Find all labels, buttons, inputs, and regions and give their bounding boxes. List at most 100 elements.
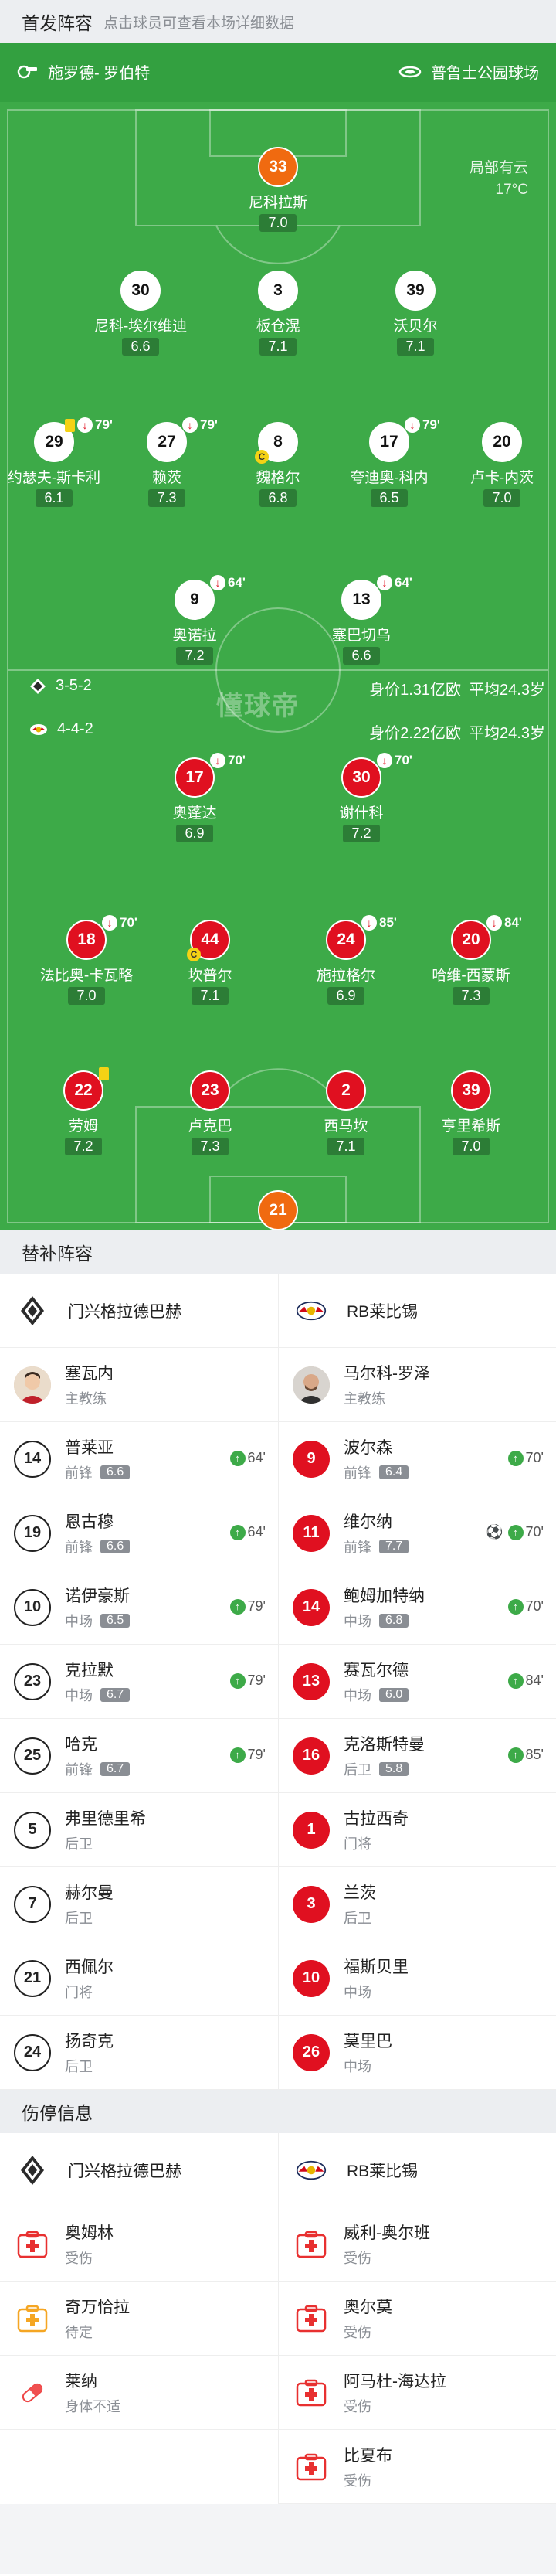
away-player[interactable]: 39 亨里希斯 7.0: [417, 1070, 525, 1155]
away-player[interactable]: 23 卢克巴 7.3: [156, 1070, 264, 1155]
sub-row[interactable]: 10 福斯贝里 中场: [279, 1941, 556, 2016]
home-player[interactable]: 8 C 魏格尔 6.8: [224, 422, 332, 507]
injury-list: 奥姆林 受伤 奇万恰拉 待定 莱纳 身体不适 威利-奥尔班 受伤奥尔莫 受伤 阿马杜-海达拉 受伤…: [0, 2207, 556, 2504]
injury-row[interactable]: 莱纳 身体不适: [0, 2356, 278, 2430]
injury-header: 伤停信息: [0, 2090, 556, 2133]
player-rating: 7.1: [327, 1138, 364, 1155]
sub-row[interactable]: 19 恩古穆 前锋 6.6 ↑ 64': [0, 1496, 278, 1570]
away-coach-row[interactable]: 马尔科-罗泽 主教练: [279, 1348, 556, 1422]
sub-row[interactable]: 5 弗里德里希 后卫: [0, 1793, 278, 1867]
injury-away-team[interactable]: RB莱比锡: [278, 2133, 556, 2207]
sub-in-icon: ↑: [229, 1598, 246, 1615]
sub-info: 波尔森 前锋 6.4: [344, 1435, 409, 1482]
sub-rating: 6.7: [100, 1688, 131, 1702]
away-player[interactable]: 30 ↓ 70' 谢什科 7.2: [307, 753, 415, 842]
player-rating: 7.1: [192, 987, 229, 1005]
sub-row[interactable]: 9 波尔森 前锋 6.4 ↑ 70': [279, 1422, 556, 1496]
red-cross-icon: [293, 2226, 330, 2263]
player-number: 18 ↓ 70': [66, 915, 137, 960]
injury-row[interactable]: 奇万恰拉 待定: [0, 2282, 278, 2356]
away-player[interactable]: 18 ↓ 70' 法比奥-卡瓦略 7.0: [32, 915, 141, 1005]
sub-row[interactable]: 14 鲍姆加特纳 中场 6.8 ↑ 70': [279, 1570, 556, 1645]
injury-row[interactable]: 威利-奥尔班 受伤: [279, 2207, 556, 2282]
away-player[interactable]: 2 西马坎 7.1: [292, 1070, 400, 1155]
home-player[interactable]: 3 板仓滉 7.1: [224, 271, 332, 356]
sub-out-icon: ↓: [377, 753, 392, 768]
home-player[interactable]: 33 尼科拉斯 7.0: [224, 147, 332, 232]
sub-name: 诺伊豪斯: [65, 1587, 130, 1605]
injured-player-name: 威利-奥尔班: [344, 2224, 430, 2242]
sub-info: 福斯贝里 中场: [344, 1955, 409, 2002]
sub-row[interactable]: 1 古拉西奇 门将: [279, 1793, 556, 1867]
injury-home-team[interactable]: 门兴格拉德巴赫: [0, 2133, 278, 2207]
sub-row[interactable]: 26 莫里巴 中场: [279, 2016, 556, 2090]
sub-row[interactable]: 7 赫尔曼 后卫: [0, 1867, 278, 1941]
home-player[interactable]: 39 沃贝尔 7.1: [361, 271, 470, 356]
sub-name: 西佩尔: [65, 1958, 114, 1976]
home-value: 身价1.31亿欧: [369, 682, 462, 699]
player-name: 约瑟夫-斯卡利: [7, 470, 101, 486]
injury-status: 待定: [65, 2325, 93, 2340]
position-label: 中场: [344, 1614, 371, 1629]
sub-row[interactable]: 24 扬奇克 后卫: [0, 2016, 278, 2090]
home-player[interactable]: 9 ↓ 64' 奥诺拉 7.2: [141, 575, 249, 665]
injury-row[interactable]: 阿马杜-海达拉 受伤: [279, 2356, 556, 2430]
away-player[interactable]: 17 ↓ 70' 奥蓬达 6.9: [141, 753, 249, 842]
sub-row[interactable]: 25 哈克 前锋 6.7 ↑ 79': [0, 1719, 278, 1793]
sub-row[interactable]: 10 诺伊豪斯 中场 6.5 ↑ 79': [0, 1570, 278, 1645]
player-name: 沃贝尔: [393, 318, 438, 335]
sub-position: 前锋 6.6: [65, 1462, 131, 1482]
subs-teams: 门兴格拉德巴赫 RB莱比锡: [0, 1274, 556, 1348]
sub-row[interactable]: 11 维尔纳 前锋 7.7 ⚽ ↑ 70': [279, 1496, 556, 1570]
home-player[interactable]: 17 ↓ 79' 夸迪奥-科内 6.5: [335, 417, 443, 507]
footer-space: [0, 2504, 556, 2574]
sub-row[interactable]: 14 普莱亚 前锋 6.6 ↑ 64': [0, 1422, 278, 1496]
sub-position: 前锋 6.4: [344, 1462, 409, 1482]
sub-position: 门将: [344, 1833, 409, 1853]
home-player[interactable]: 13 ↓ 64' 塞巴切乌 6.6: [307, 575, 415, 665]
sub-out-icon: ↓: [361, 915, 377, 931]
sub-number: 5: [14, 1811, 51, 1849]
injury-row[interactable]: 奥尔莫 受伤: [279, 2282, 556, 2356]
injury-row[interactable]: 奥姆林 受伤: [0, 2207, 278, 2282]
coach-role: 主教练: [65, 1391, 107, 1407]
away-player[interactable]: 20 ↓ 84' 哈维-西蒙斯 7.3: [417, 915, 525, 1005]
sub-row[interactable]: 16 克洛斯特曼 后卫 5.8 ↑ 85': [279, 1719, 556, 1793]
home-player[interactable]: 30 尼科-埃尔维迪 6.6: [86, 271, 195, 356]
injury-info: 威利-奥尔班 受伤: [344, 2220, 430, 2268]
sub-number: 16: [293, 1737, 330, 1775]
sub-row[interactable]: 21 西佩尔 门将: [0, 1941, 278, 2016]
sub-row[interactable]: 13 赛瓦尔德 中场 6.0 ↑ 84': [279, 1645, 556, 1719]
player-rating: 7.3: [148, 489, 185, 507]
player-number: 23: [190, 1070, 230, 1111]
subs-header: 替补阵容: [0, 1230, 556, 1274]
home-team-logo-icon: [17, 1295, 48, 1326]
red-cross-icon: [293, 2374, 330, 2411]
away-player[interactable]: 24 ↓ 85' 施拉格尔 6.9: [292, 915, 400, 1005]
sub-row[interactable]: 23 克拉默 中场 6.7 ↑ 79': [0, 1645, 278, 1719]
sub-name: 福斯贝里: [344, 1958, 409, 1976]
sub-number: 1: [293, 1811, 330, 1849]
sub-info: 赛瓦尔德 中场 6.0: [344, 1658, 409, 1705]
home-player[interactable]: 29 ↓ 79' 约瑟夫-斯卡利 6.1: [0, 417, 113, 507]
away-player[interactable]: 22 劳姆 7.2: [29, 1067, 137, 1155]
sub-row[interactable]: 3 兰茨 后卫: [279, 1867, 556, 1941]
home-player[interactable]: 20 卢卡-内茨 7.0: [448, 422, 556, 507]
lineup-title: 首发阵容: [22, 13, 93, 33]
player-name: 夸迪奥-科内: [350, 470, 429, 486]
player-name: 尼科拉斯: [248, 195, 307, 211]
injury-row[interactable]: 比夏布 受伤: [279, 2430, 556, 2504]
player-rating: 7.2: [176, 647, 213, 665]
position-label: 后卫: [65, 2059, 93, 2074]
away-player[interactable]: 21布拉斯维奇7.1: [224, 1190, 332, 1230]
home-player[interactable]: 27 ↓ 79' 赖茨 7.3: [113, 417, 221, 507]
sub-in-minute: 70': [525, 1598, 544, 1614]
sub-number: 10: [293, 1959, 330, 1997]
subs-home-team[interactable]: 门兴格拉德巴赫: [0, 1274, 278, 1347]
subs-away-team[interactable]: RB莱比锡: [278, 1274, 556, 1347]
home-coach-row[interactable]: 塞瓦内 主教练: [0, 1348, 278, 1422]
home-formation: 3-5-2: [56, 677, 92, 694]
away-player[interactable]: 44 C 坎普尔 7.1: [156, 920, 264, 1005]
sub-name: 维尔纳: [344, 1513, 392, 1531]
position-label: 中场: [65, 1614, 93, 1629]
